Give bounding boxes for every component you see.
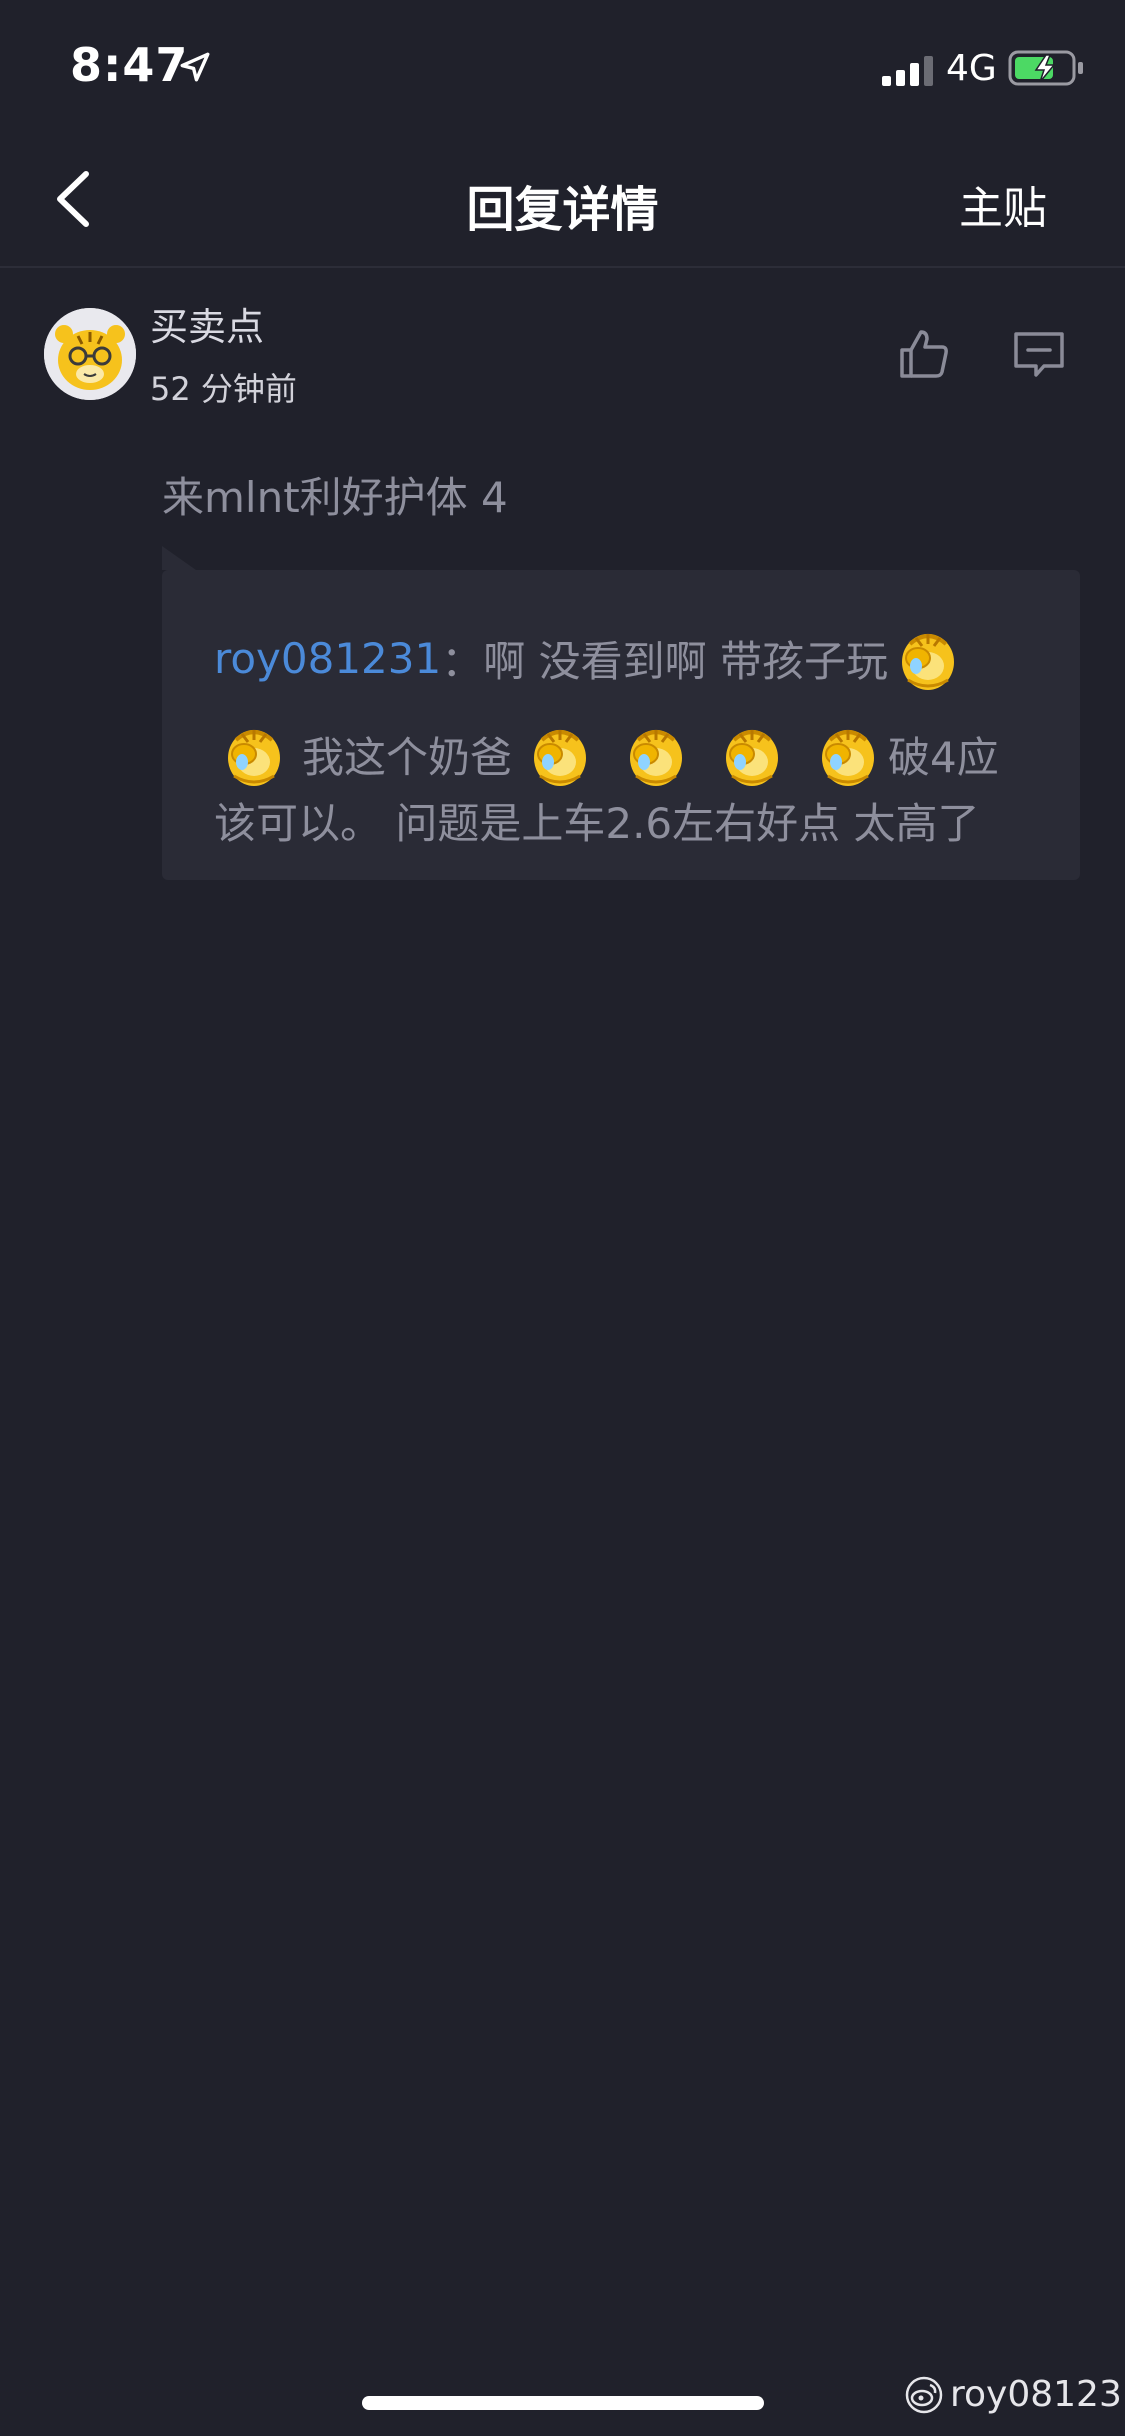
- quote-separator: ：: [441, 636, 484, 686]
- avatar[interactable]: [44, 308, 136, 400]
- quote-line-2: 我这个奶爸 破4应: [214, 718, 999, 790]
- location-arrow-icon: [180, 52, 210, 82]
- facepalm-emoji-icon: [892, 622, 964, 694]
- thumbs-up-icon[interactable]: [896, 326, 952, 382]
- comment-icon[interactable]: [1012, 330, 1066, 380]
- reply-timestamp: 52 分钟前: [150, 370, 297, 408]
- navigation-bar: 回复详情 主贴: [0, 132, 1125, 268]
- quote-text-3: 该可以。 问题是上车2.6左右好点 太高了: [214, 799, 980, 848]
- watermark-text: roy081231: [950, 2374, 1125, 2415]
- reply-username[interactable]: 买卖点: [150, 296, 264, 351]
- home-indicator[interactable]: [362, 2396, 764, 2410]
- quote-pointer: [162, 546, 196, 570]
- tiger-avatar-icon: [44, 308, 136, 400]
- facepalm-emoji-icon: [524, 718, 596, 790]
- quote-text-2a: 我这个奶爸: [302, 732, 513, 782]
- quoted-reply[interactable]: roy081231 ： 啊 没看到啊 带孩子玩 我这个奶爸 破4应 该可以。 问…: [162, 570, 1080, 880]
- facepalm-emoji-icon: [620, 718, 692, 790]
- facepalm-emoji-icon: [716, 718, 788, 790]
- status-bar: 8:47 4G: [0, 0, 1125, 132]
- status-time: 8:47: [70, 38, 189, 92]
- facepalm-emoji-icon: [812, 718, 884, 790]
- facepalm-emoji-icon: [218, 718, 290, 790]
- main-post-button[interactable]: 主贴: [959, 172, 1047, 236]
- weibo-logo-icon: [905, 2376, 943, 2413]
- page-title: 回复详情: [466, 182, 659, 238]
- quote-text-2b: 破4应: [888, 732, 999, 782]
- quote-line-3: 该可以。 问题是上车2.6左右好点 太高了: [214, 790, 980, 851]
- watermark: roy081231: [904, 2374, 1125, 2415]
- quote-author-link[interactable]: roy081231: [214, 634, 441, 683]
- signal-icon: [882, 56, 933, 86]
- reply-content: 来mlnt利好护体 4: [162, 473, 508, 522]
- reply-detail-screen: 8:47 4G 回复详情 主贴 买卖点 52 分钟前 来mlnt利好护体 4 r…: [0, 0, 1125, 2436]
- quote-line-1: roy081231 ： 啊 没看到啊 带孩子玩: [214, 622, 968, 694]
- quote-text-1: 啊 没看到啊 带孩子玩: [483, 636, 888, 686]
- network-label: 4G: [946, 48, 997, 89]
- battery-charging-icon: [1008, 50, 1083, 86]
